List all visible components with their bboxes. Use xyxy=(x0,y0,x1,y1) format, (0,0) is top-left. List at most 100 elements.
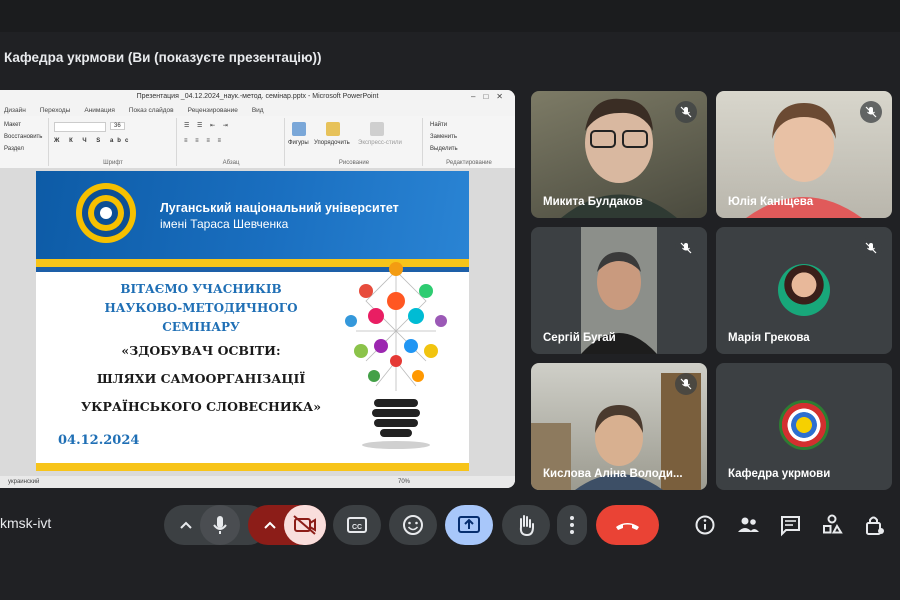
mic-off-icon xyxy=(675,373,697,395)
section-label: Раздел xyxy=(4,146,24,152)
paragraph-group-label: Абзац xyxy=(222,160,240,166)
font-group: 36 Ж К Ч S abc Шрифт xyxy=(50,118,177,166)
slide-line-4: «ЗДОБУВАЧ ОСВІТИ: xyxy=(121,343,281,358)
tab-design: Дизайн xyxy=(4,106,26,114)
avatar xyxy=(778,264,830,316)
mic-off-icon xyxy=(675,101,697,123)
tab-slideshow: Показ слайдов xyxy=(128,106,174,114)
ribbon: Макет Восстановить Раздел 36 Ж К Ч S abc… xyxy=(0,116,515,169)
hand-icon xyxy=(519,515,534,537)
slides-group: Макет Восстановить Раздел xyxy=(0,118,49,166)
tab-transitions: Переходы xyxy=(39,106,71,114)
leave-call-icon xyxy=(616,523,639,530)
lock-person-icon[interactable] xyxy=(857,508,891,542)
top-bar xyxy=(0,0,900,32)
status-language: украинский xyxy=(8,479,40,485)
replace-label: Заменить xyxy=(430,134,457,140)
arrange-icon xyxy=(326,122,340,136)
leave-call-button[interactable] xyxy=(596,505,659,545)
captions-icon: CC xyxy=(347,517,367,533)
people-icon[interactable] xyxy=(731,508,765,542)
participant-tile-3[interactable]: Сергій Бугай xyxy=(531,227,707,354)
ribbon-tabs: Дизайн Переходы Анимация Показ слайдов Р… xyxy=(0,104,515,116)
captions-button[interactable]: CC xyxy=(333,505,381,545)
university-logo xyxy=(76,183,136,243)
slide-date: 04.12.2024 xyxy=(58,433,140,448)
participant-name-1: Микита Булдаков xyxy=(543,196,643,208)
svg-text:CC: CC xyxy=(352,524,362,531)
participant-tile-4[interactable]: Марія Грекова xyxy=(716,227,892,354)
slide-line-6: УКРАЇНСЬКОГО СЛОВЕСНИКА» xyxy=(80,399,322,414)
info-icon[interactable] xyxy=(688,508,722,542)
editing-group-label: Редактирование xyxy=(446,160,492,166)
camera-control xyxy=(248,505,326,545)
mic-icon xyxy=(213,516,227,534)
mic-button[interactable] xyxy=(200,505,240,545)
font-size-box: 36 xyxy=(110,122,125,130)
ppt-window-title: Презентация _04.12.2024_наук.-метод. сем… xyxy=(136,93,379,100)
participant-name-4: Марія Грекова xyxy=(728,332,810,344)
arrange-label: Упорядочить xyxy=(314,140,350,146)
participant-tile-2[interactable]: Юлія Каніщева xyxy=(716,91,892,218)
university-name: Луганський національний університет xyxy=(160,201,399,215)
slide-bottom-stripe xyxy=(36,463,469,471)
font-group-label: Шрифт xyxy=(103,160,123,166)
participant-name-5: Кислова Аліна Володи... xyxy=(543,468,683,480)
find-label: Найти xyxy=(430,122,448,128)
chat-icon[interactable] xyxy=(773,508,807,542)
font-name-box xyxy=(54,122,106,132)
participant-name-2: Юлія Каніщева xyxy=(728,196,814,208)
slide-line-1: ВІТАЄМО УЧАСНИКІВ xyxy=(120,282,282,296)
mic-off-icon xyxy=(860,237,882,259)
drawing-group: Фигуры Упорядочить Экспресс-стили Рисова… xyxy=(286,118,423,166)
tab-review: Рецензирование xyxy=(187,106,238,114)
figures-icon xyxy=(292,122,306,136)
lightbulb-graphic xyxy=(345,262,447,449)
meeting-code: kmsk-ivt xyxy=(0,515,52,531)
align-buttons: ≡ ≡ ≡ ≡ xyxy=(184,138,225,144)
slide-area: Луганський національний університет імен… xyxy=(0,168,515,476)
list-buttons: ☰ ☰ ⇤ ⇥ xyxy=(184,123,231,129)
figures-label: Фигуры xyxy=(288,140,309,146)
slide-line-2: НАУКОВО-МЕТОДИЧНОГО xyxy=(104,301,298,315)
layout-label: Макет xyxy=(4,122,21,128)
presenter-title: Кафедра укрмови (Ви (показуєте презентац… xyxy=(4,50,322,65)
slide: Луганський національний університет імен… xyxy=(36,171,469,471)
tab-view: Вид xyxy=(251,106,264,114)
emoji-button[interactable] xyxy=(389,505,437,545)
raise-hand-button[interactable] xyxy=(502,505,550,545)
tab-animation: Анимация xyxy=(84,106,115,114)
mic-off-icon xyxy=(860,101,882,123)
drawing-group-label: Рисование xyxy=(338,160,370,166)
activities-icon[interactable] xyxy=(815,508,849,542)
emoji-icon xyxy=(403,515,423,535)
ppt-title-bar: Презентация _04.12.2024_наук.-метод. сем… xyxy=(0,90,515,104)
editing-group: Найти Заменить Выделить Редактирование xyxy=(424,118,514,166)
participant-name-3: Сергій Бугай xyxy=(543,332,616,344)
participant-tile-6[interactable]: Кафедра укрмови xyxy=(716,363,892,490)
ppt-status-bar: украинский 70% xyxy=(0,476,515,488)
avatar xyxy=(779,400,829,450)
window-controls: –□✕ xyxy=(471,92,511,101)
select-label: Выделить xyxy=(430,146,458,152)
university-sub: імені Тараса Шевченка xyxy=(160,217,289,231)
slide-line-5: ШЛЯХИ САМООРГАНІЗАЦІЇ xyxy=(96,371,306,386)
quick-styles-icon xyxy=(370,122,384,136)
paragraph-group: ☰ ☰ ⇤ ⇥ ≡ ≡ ≡ ≡ Абзац xyxy=(178,118,285,166)
more-vert-icon xyxy=(570,516,574,534)
more-options-button[interactable] xyxy=(557,505,587,545)
status-zoom: 70% xyxy=(398,479,411,485)
slide-line-3: СЕМІНАРУ xyxy=(162,320,240,334)
present-button[interactable] xyxy=(445,505,493,545)
quick-styles-label: Экспресс-стили xyxy=(358,140,402,146)
camera-off-icon xyxy=(293,515,316,535)
participant-tile-5[interactable]: Кислова Аліна Володи... xyxy=(531,363,707,490)
reset-label: Восстановить xyxy=(4,134,43,140)
participant-tile-1[interactable]: Микита Булдаков xyxy=(531,91,707,218)
shared-presentation-window: Презентация _04.12.2024_наук.-метод. сем… xyxy=(0,90,515,488)
present-icon xyxy=(458,516,480,533)
mic-off-icon xyxy=(675,237,697,259)
participant-name-6: Кафедра укрмови xyxy=(728,468,831,480)
font-format-buttons: Ж К Ч S abc xyxy=(54,138,133,144)
camera-button[interactable] xyxy=(284,505,326,545)
